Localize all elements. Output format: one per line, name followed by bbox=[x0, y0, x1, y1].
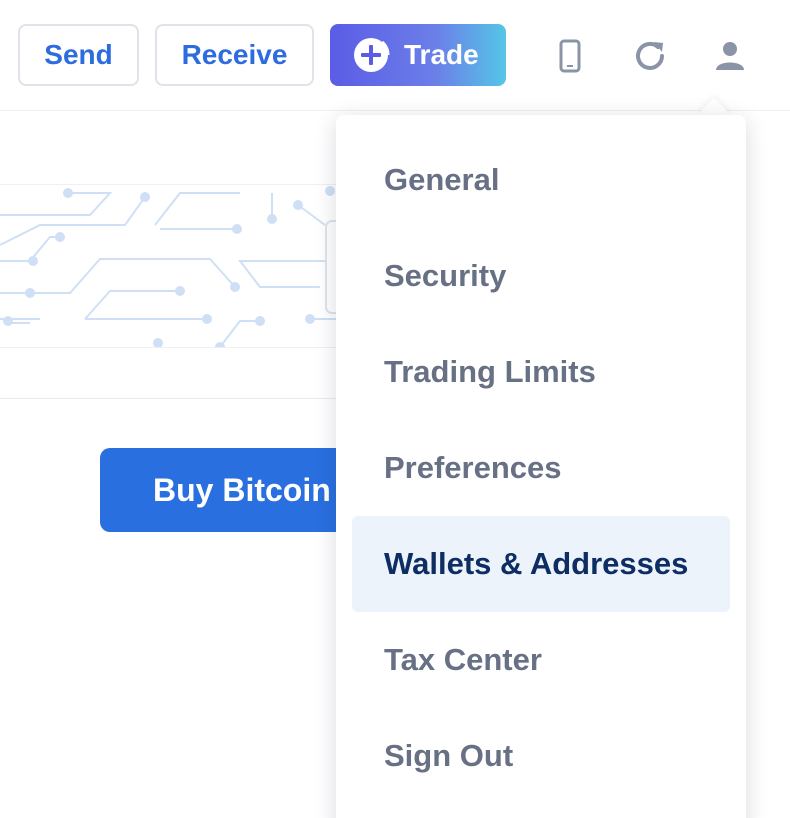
menu-item-label: Preferences bbox=[384, 450, 562, 485]
menu-item-tax-center[interactable]: Tax Center bbox=[352, 612, 730, 708]
menu-item-label: Security bbox=[384, 258, 507, 293]
top-toolbar: Send Receive Trade bbox=[0, 0, 790, 111]
receive-button-label: Receive bbox=[181, 39, 288, 70]
circuit-banner bbox=[0, 184, 350, 348]
trade-button-label: Trade bbox=[404, 39, 479, 70]
plus-circle-icon bbox=[352, 36, 390, 74]
menu-item-trading-limits[interactable]: Trading Limits bbox=[352, 324, 730, 420]
menu-item-label: Sign Out bbox=[384, 738, 514, 773]
mobile-icon[interactable] bbox=[550, 36, 590, 76]
menu-item-preferences[interactable]: Preferences bbox=[352, 420, 730, 516]
trade-button[interactable]: Trade bbox=[330, 24, 506, 86]
receive-button[interactable]: Receive bbox=[155, 24, 314, 86]
app-page: Send Receive Trade Buy Bitcoin General S… bbox=[0, 0, 790, 818]
menu-item-label: General bbox=[384, 162, 500, 197]
menu-item-label: Wallets & Addresses bbox=[384, 546, 689, 581]
user-icon[interactable] bbox=[710, 36, 750, 76]
send-button-label: Send bbox=[44, 39, 113, 70]
account-dropdown-menu: General Security Trading Limits Preferen… bbox=[336, 115, 746, 818]
menu-item-general[interactable]: General bbox=[352, 132, 730, 228]
refresh-icon[interactable] bbox=[630, 36, 670, 76]
buy-bitcoin-label: Buy Bitcoin bbox=[153, 471, 331, 508]
menu-item-security[interactable]: Security bbox=[352, 228, 730, 324]
menu-item-label: Tax Center bbox=[384, 642, 542, 677]
section-divider bbox=[0, 398, 350, 399]
circuit-pattern-image bbox=[0, 186, 350, 347]
menu-item-sign-out[interactable]: Sign Out bbox=[352, 708, 730, 804]
menu-item-label: Trading Limits bbox=[384, 354, 596, 389]
menu-item-wallets-addresses[interactable]: Wallets & Addresses bbox=[352, 516, 730, 612]
send-button[interactable]: Send bbox=[18, 24, 139, 86]
